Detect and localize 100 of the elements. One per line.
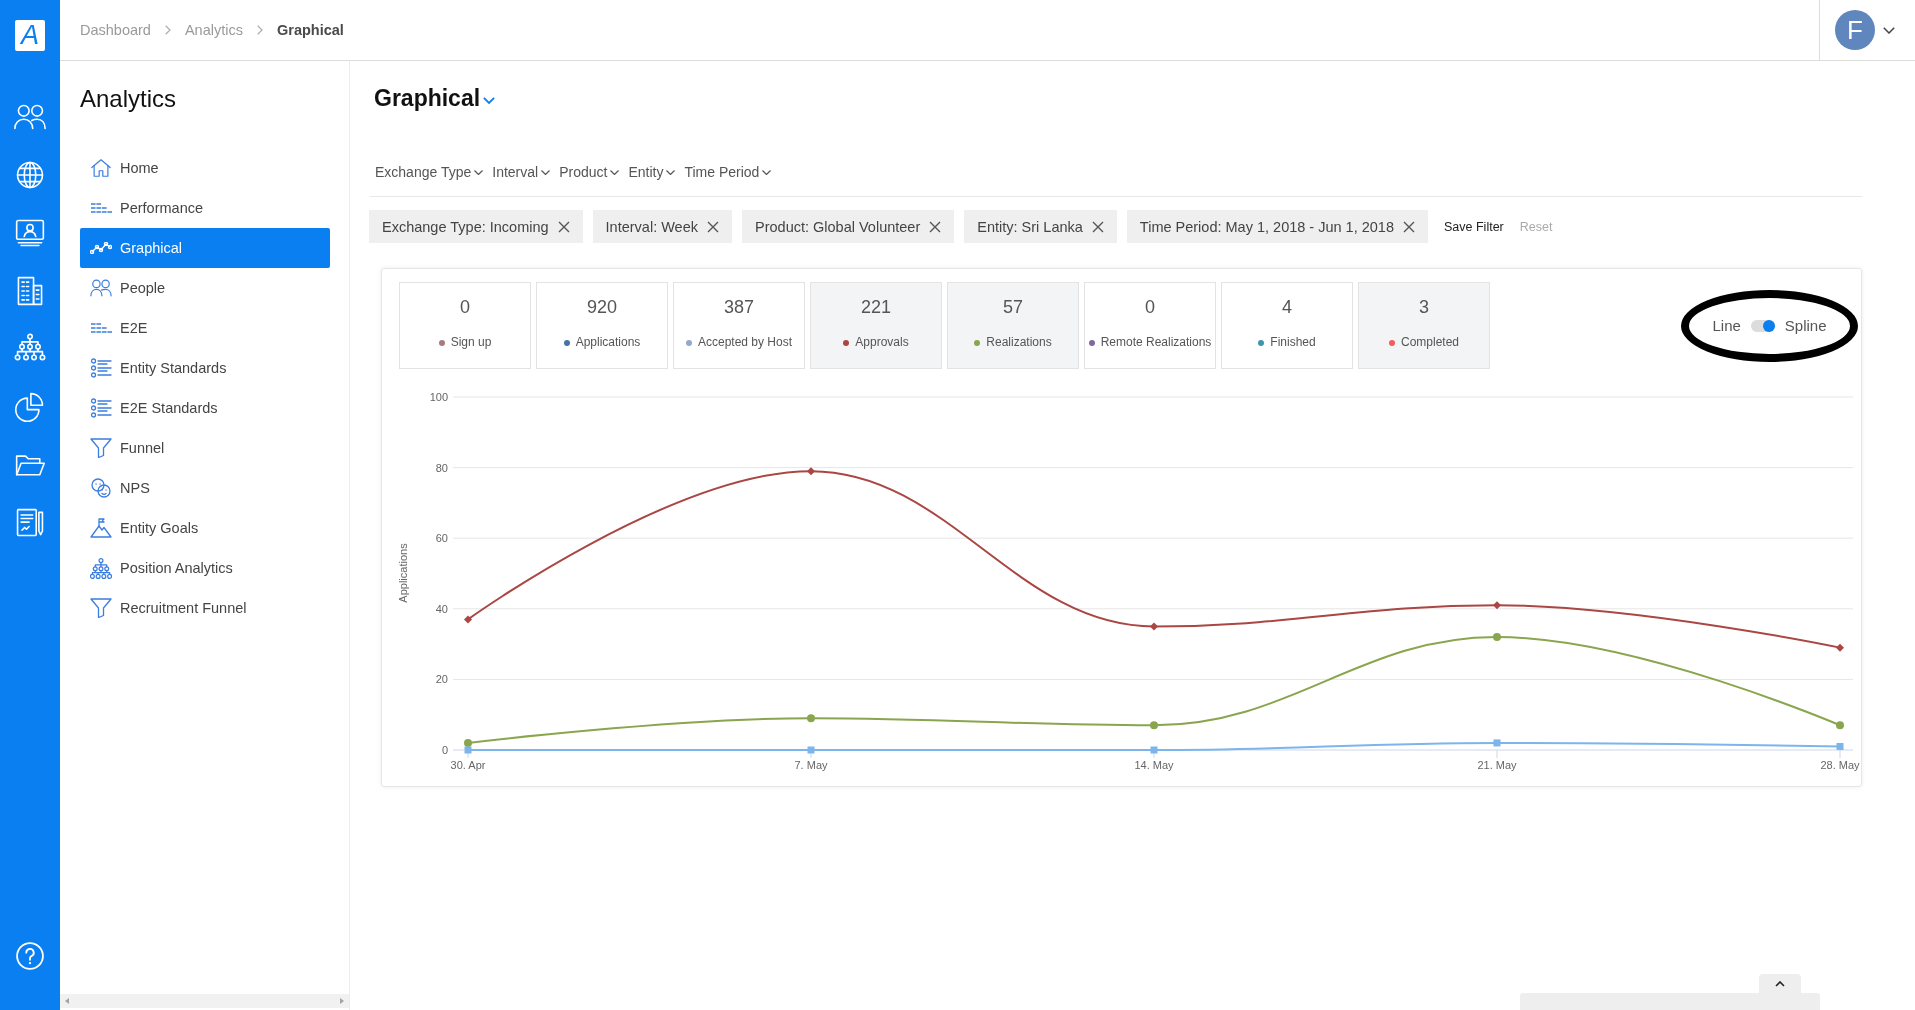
nav-item[interactable]: NPS [80, 468, 330, 508]
horizontal-scrollbar[interactable] [60, 994, 349, 1008]
data-point [1836, 742, 1844, 750]
nav-item[interactable]: E2E [80, 308, 330, 348]
page-title: Graphical [374, 84, 481, 113]
filter-dropdown[interactable]: Product [559, 160, 620, 184]
metric-label: Realizations [986, 335, 1052, 350]
axis-label: 20 [435, 673, 448, 686]
metric-value: 920 [586, 296, 617, 319]
nav-item[interactable]: Graphical [80, 228, 330, 268]
globe-icon[interactable] [14, 159, 46, 191]
funnel-icon [90, 438, 112, 458]
metric-value: 0 [1145, 296, 1155, 319]
close-icon[interactable] [929, 220, 942, 233]
chevron-down-icon[interactable] [1883, 26, 1895, 34]
dashes-icon [90, 323, 112, 333]
metric-label: Accepted by Host [697, 335, 793, 350]
chevron-down-icon [762, 169, 772, 175]
filter-dropdown[interactable]: Exchange Type [375, 160, 484, 184]
close-icon[interactable] [557, 220, 570, 233]
expand-tab[interactable] [1759, 974, 1801, 993]
close-icon[interactable] [1091, 220, 1104, 233]
chevron-right-icon [256, 25, 263, 35]
metric-label: Finished [1270, 335, 1316, 350]
data-point [807, 467, 815, 476]
pie-chart-icon[interactable] [14, 391, 46, 423]
metric-label: Approvals [855, 335, 909, 350]
user-avatar[interactable]: F [1835, 10, 1875, 50]
axis-label: 60 [435, 532, 448, 545]
toggle-switch[interactable] [1750, 319, 1775, 332]
metric-label: Completed [1401, 335, 1459, 350]
data-point [1836, 643, 1844, 652]
metric-label: Applications [575, 335, 641, 350]
nav-item[interactable]: Funnel [80, 428, 330, 468]
nav-item[interactable]: Entity Standards [80, 348, 330, 388]
data-point [1493, 633, 1501, 642]
metric-card[interactable]: 221 Approvals [810, 282, 942, 369]
nav-item[interactable]: E2E Standards [80, 388, 330, 428]
chevron-down-icon [541, 169, 551, 175]
close-icon[interactable] [1403, 220, 1415, 233]
people-icon [90, 279, 112, 297]
nav-item[interactable]: Entity Goals [80, 508, 330, 548]
data-point [807, 746, 815, 754]
data-point [1493, 739, 1501, 747]
metric-value: 0 [460, 296, 470, 319]
data-point [1150, 622, 1158, 631]
nav-item[interactable]: Home [80, 148, 330, 188]
metric-label: Remote Realizations [1100, 335, 1212, 350]
metric-card[interactable]: 0 Remote Realizations [1084, 282, 1216, 369]
dashes-icon [90, 203, 112, 213]
sidebar-title: Analytics [80, 85, 177, 113]
funnel-icon [90, 598, 112, 618]
filter-tag-label: Entity: Sri Lanka [977, 218, 1083, 235]
metric-card[interactable]: 3 Completed [1358, 282, 1490, 369]
data-point [807, 714, 815, 723]
document-pen-icon[interactable] [14, 507, 46, 539]
smiley-faces-icon [91, 478, 111, 498]
metric-card[interactable]: 4 Finished [1221, 282, 1353, 369]
nav-item[interactable]: Position Analytics [80, 548, 330, 588]
axis-label: 28. May [1820, 759, 1860, 771]
data-point [1150, 746, 1158, 754]
nav-item[interactable]: People [80, 268, 330, 308]
app-logo[interactable]: A [15, 20, 45, 51]
toggle-label: Line [1712, 317, 1741, 334]
monitor-user-icon[interactable] [14, 217, 46, 249]
nav-item[interactable]: Performance [80, 188, 330, 228]
filter-dropdown[interactable]: Interval [492, 160, 551, 184]
chevron-down-icon [610, 169, 620, 175]
filter-tag-label: Interval: Week [605, 218, 698, 235]
home-icon [90, 157, 112, 179]
metric-value: 387 [723, 296, 754, 319]
checklist-icon [90, 358, 112, 378]
metric-card[interactable]: 0 Sign up [399, 282, 531, 369]
metric-value: 57 [1003, 296, 1023, 319]
filter-tag-label: Exchange Type: Incoming [382, 218, 549, 235]
chevron-up-icon [1775, 980, 1785, 987]
line-chart-icon [90, 242, 112, 254]
close-icon[interactable] [707, 220, 719, 233]
breadcrumb-link[interactable]: Graphical [276, 22, 344, 38]
filter-dropdown[interactable]: Entity [628, 160, 676, 184]
data-point [464, 615, 472, 624]
metric-card[interactable]: 920 Applications [536, 282, 668, 369]
metric-card[interactable]: 387 Accepted by Host [673, 282, 805, 369]
filter-tag-label: Product: Global Volunteer [755, 218, 921, 235]
data-point [1150, 721, 1158, 730]
filter-action-button[interactable]: Save Filter [1444, 219, 1504, 234]
axis-label: 30. Apr [450, 759, 486, 771]
axis-label: 40 [435, 602, 448, 615]
data-point [1836, 721, 1844, 730]
metric-value: 3 [1419, 296, 1429, 319]
metric-card[interactable]: 57 Realizations [947, 282, 1079, 369]
axis-label: 80 [435, 461, 448, 474]
axis-title: Applications [397, 543, 409, 603]
axis-label: 0 [441, 744, 448, 756]
filter-dropdown[interactable]: Time Period [684, 160, 772, 184]
mountain-flag-icon [90, 518, 112, 538]
help-icon[interactable] [15, 941, 45, 971]
nav-item[interactable]: Recruitment Funnel [80, 588, 330, 628]
data-point [1493, 601, 1501, 610]
axis-label: 14. May [1134, 759, 1174, 771]
